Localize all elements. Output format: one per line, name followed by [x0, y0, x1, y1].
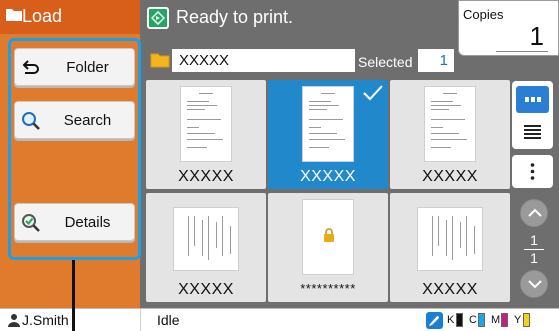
folder-icon: [150, 53, 170, 68]
chevron-down-icon: [528, 280, 542, 289]
copies-underline: [496, 51, 548, 52]
list-view-icon: [524, 125, 541, 139]
selected-label: Selected: [358, 54, 413, 70]
document-name: XXXXX: [178, 281, 234, 298]
document-name: XXXXX: [300, 168, 356, 185]
page-up-button[interactable]: [520, 199, 548, 227]
more-options-button[interactable]: [512, 155, 553, 188]
current-page: 1: [530, 232, 538, 248]
status-message: Ready to print.: [176, 7, 294, 27]
document-thumbnail-selected[interactable]: XXXXX: [268, 80, 388, 189]
ink-label-c: C: [469, 314, 477, 326]
printer-screen: Load Folder Search Details Ready to prin…: [0, 0, 559, 331]
copies-value: 1: [529, 21, 544, 51]
document-name: XXXXX: [422, 168, 478, 185]
user-icon: [8, 314, 20, 327]
ink-level-k: [456, 313, 463, 327]
ink-label-k: K: [447, 314, 455, 326]
document-preview: [173, 207, 239, 271]
page-indicator: 1 1: [520, 233, 548, 266]
document-thumbnail[interactable]: XXXXX: [146, 193, 266, 302]
document-preview: [417, 207, 483, 271]
callout-line: [72, 260, 75, 331]
selected-count-box: 1: [418, 49, 454, 72]
selected-count: 1: [439, 52, 448, 69]
document-thumbnail[interactable]: XXXXX: [146, 80, 266, 189]
list-view-button[interactable]: [516, 117, 549, 144]
load-title: Load: [22, 6, 63, 26]
document-preview: [302, 199, 354, 275]
bottom-status-bar: J.Smith Idle K C M Y: [0, 308, 559, 331]
ink-level-m: [501, 313, 508, 327]
thumbnail-view-button[interactable]: [516, 86, 549, 113]
total-pages: 1: [530, 250, 538, 266]
document-thumbnail[interactable]: XXXXX: [390, 80, 510, 189]
document-name: XXXXX: [178, 168, 234, 185]
load-header: Load: [0, 0, 140, 34]
status-bar: Ready to print.: [140, 0, 458, 34]
document-preview: [302, 86, 354, 162]
ink-level-c: [478, 313, 485, 327]
ink-label-m: M: [491, 314, 501, 326]
ink-label-y: Y: [514, 314, 522, 326]
checkmark-icon: [363, 85, 383, 101]
copies-field[interactable]: Copies 1: [458, 0, 559, 56]
more-vertical-icon: [530, 163, 535, 180]
user-name: J.Smith: [22, 312, 69, 328]
folder-icon: [6, 9, 22, 21]
document-thumbnail-locked[interactable]: **********: [268, 193, 388, 302]
ink-status-icon[interactable]: [426, 312, 443, 329]
document-name: **********: [300, 281, 356, 296]
lock-icon: [324, 228, 334, 242]
divider: [140, 309, 141, 331]
folder-name: XXXXX: [179, 52, 230, 69]
document-name: XXXXX: [422, 281, 478, 298]
copies-label: Copies: [463, 7, 504, 22]
ready-icon: [147, 7, 169, 29]
sidebar-highlight-frame: [8, 38, 141, 260]
page-down-button[interactable]: [520, 270, 548, 298]
chevron-up-icon: [528, 208, 542, 217]
thumbnail-view-icon: [525, 97, 541, 102]
printer-status: Idle: [157, 312, 180, 328]
ink-level-y: [523, 313, 530, 327]
document-preview: [180, 86, 232, 162]
document-thumbnail[interactable]: XXXXX: [390, 193, 510, 302]
document-preview: [424, 86, 476, 162]
folder-name-field[interactable]: XXXXX: [172, 49, 355, 72]
view-toggle-group: [512, 81, 553, 149]
